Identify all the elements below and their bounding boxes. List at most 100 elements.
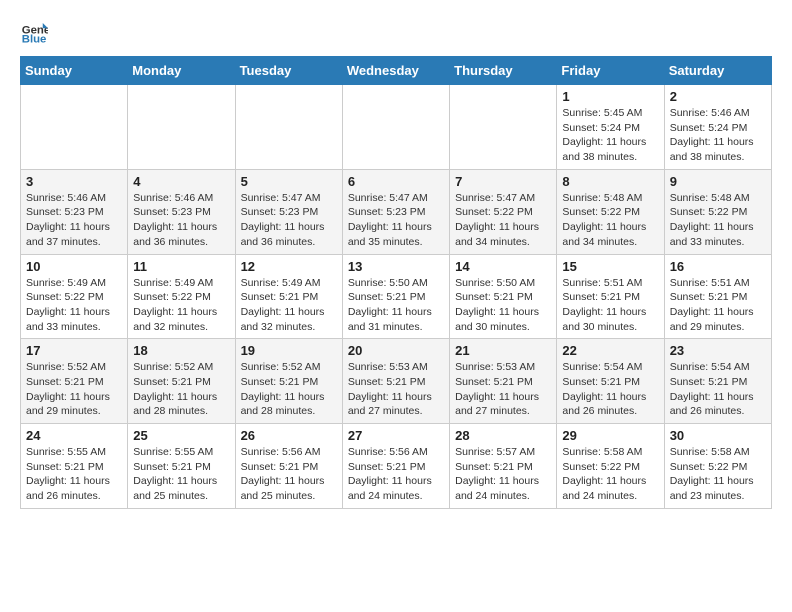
day-number: 10: [26, 259, 122, 274]
day-number: 22: [562, 343, 658, 358]
calendar: SundayMondayTuesdayWednesdayThursdayFrid…: [20, 56, 772, 509]
day-cell: [21, 85, 128, 170]
day-number: 28: [455, 428, 551, 443]
day-info: Sunrise: 5:53 AMSunset: 5:21 PMDaylight:…: [455, 360, 551, 419]
day-info: Sunrise: 5:52 AMSunset: 5:21 PMDaylight:…: [133, 360, 229, 419]
day-number: 30: [670, 428, 766, 443]
day-number: 20: [348, 343, 444, 358]
weekday-header-friday: Friday: [557, 57, 664, 85]
page: General Blue SundayMondayTuesdayWednesda…: [0, 0, 792, 525]
day-info: Sunrise: 5:51 AMSunset: 5:21 PMDaylight:…: [670, 276, 766, 335]
day-cell: 15 Sunrise: 5:51 AMSunset: 5:21 PMDayligh…: [557, 254, 664, 339]
day-cell: 25 Sunrise: 5:55 AMSunset: 5:21 PMDayligh…: [128, 424, 235, 509]
week-row-1: 1 Sunrise: 5:45 AMSunset: 5:24 PMDaylight…: [21, 85, 772, 170]
weekday-header-row: SundayMondayTuesdayWednesdayThursdayFrid…: [21, 57, 772, 85]
day-cell: 2 Sunrise: 5:46 AMSunset: 5:24 PMDaylight…: [664, 85, 771, 170]
day-cell: 9Sunrise: 5:48 AMSunset: 5:22 PMDaylight…: [664, 169, 771, 254]
day-info: Sunrise: 5:49 AMSunset: 5:22 PMDaylight:…: [26, 276, 122, 335]
day-info: Sunrise: 5:45 AMSunset: 5:24 PMDaylight:…: [562, 106, 658, 165]
day-number: 24: [26, 428, 122, 443]
day-cell: 23 Sunrise: 5:54 AMSunset: 5:21 PMDayligh…: [664, 339, 771, 424]
day-cell: 16 Sunrise: 5:51 AMSunset: 5:21 PMDayligh…: [664, 254, 771, 339]
day-info: Sunrise: 5:47 AMSunset: 5:23 PMDaylight:…: [348, 191, 444, 250]
day-number: 23: [670, 343, 766, 358]
day-cell: 4 Sunrise: 5:46 AMSunset: 5:23 PMDaylight…: [128, 169, 235, 254]
day-number: 8: [562, 174, 658, 189]
day-cell: 28 Sunrise: 5:57 AMSunset: 5:21 PMDayligh…: [450, 424, 557, 509]
logo-icon: General Blue: [20, 16, 48, 44]
day-cell: 1 Sunrise: 5:45 AMSunset: 5:24 PMDaylight…: [557, 85, 664, 170]
day-number: 12: [241, 259, 337, 274]
day-info: Sunrise: 5:53 AMSunset: 5:21 PMDaylight:…: [348, 360, 444, 419]
day-number: 1: [562, 89, 658, 104]
day-info: Sunrise: 5:48 AMSunset: 5:22 PMDaylight:…: [562, 191, 658, 250]
day-cell: 18 Sunrise: 5:52 AMSunset: 5:21 PMDayligh…: [128, 339, 235, 424]
day-info: Sunrise: 5:55 AMSunset: 5:21 PMDaylight:…: [26, 445, 122, 504]
day-cell: [235, 85, 342, 170]
day-cell: 11Sunrise: 5:49 AMSunset: 5:22 PMDayligh…: [128, 254, 235, 339]
day-cell: 8 Sunrise: 5:48 AMSunset: 5:22 PMDaylight…: [557, 169, 664, 254]
day-info: Sunrise: 5:46 AMSunset: 5:23 PMDaylight:…: [133, 191, 229, 250]
logo: General Blue: [20, 16, 52, 44]
day-cell: [450, 85, 557, 170]
day-number: 17: [26, 343, 122, 358]
weekday-header-tuesday: Tuesday: [235, 57, 342, 85]
day-info: Sunrise: 5:46 AMSunset: 5:24 PMDaylight:…: [670, 106, 766, 165]
day-number: 11: [133, 259, 229, 274]
day-info: Sunrise: 5:51 AMSunset: 5:21 PMDaylight:…: [562, 276, 658, 335]
week-row-5: 24 Sunrise: 5:55 AMSunset: 5:21 PMDayligh…: [21, 424, 772, 509]
day-info: Sunrise: 5:50 AMSunset: 5:21 PMDaylight:…: [348, 276, 444, 335]
header: General Blue: [20, 16, 772, 44]
day-number: 19: [241, 343, 337, 358]
day-cell: 17 Sunrise: 5:52 AMSunset: 5:21 PMDayligh…: [21, 339, 128, 424]
weekday-header-wednesday: Wednesday: [342, 57, 449, 85]
day-number: 27: [348, 428, 444, 443]
day-info: Sunrise: 5:56 AMSunset: 5:21 PMDaylight:…: [241, 445, 337, 504]
day-number: 5: [241, 174, 337, 189]
day-info: Sunrise: 5:56 AMSunset: 5:21 PMDaylight:…: [348, 445, 444, 504]
day-info: Sunrise: 5:52 AMSunset: 5:21 PMDaylight:…: [241, 360, 337, 419]
day-number: 25: [133, 428, 229, 443]
day-cell: 13Sunrise: 5:50 AMSunset: 5:21 PMDayligh…: [342, 254, 449, 339]
day-number: 3: [26, 174, 122, 189]
weekday-header-sunday: Sunday: [21, 57, 128, 85]
day-cell: 5 Sunrise: 5:47 AMSunset: 5:23 PMDaylight…: [235, 169, 342, 254]
day-number: 26: [241, 428, 337, 443]
day-info: Sunrise: 5:50 AMSunset: 5:21 PMDaylight:…: [455, 276, 551, 335]
day-number: 29: [562, 428, 658, 443]
day-info: Sunrise: 5:47 AMSunset: 5:22 PMDaylight:…: [455, 191, 551, 250]
day-cell: 24 Sunrise: 5:55 AMSunset: 5:21 PMDayligh…: [21, 424, 128, 509]
day-number: 4: [133, 174, 229, 189]
weekday-header-saturday: Saturday: [664, 57, 771, 85]
day-cell: 27 Sunrise: 5:56 AMSunset: 5:21 PMDayligh…: [342, 424, 449, 509]
day-info: Sunrise: 5:58 AMSunset: 5:22 PMDaylight:…: [670, 445, 766, 504]
day-cell: 12 Sunrise: 5:49 AMSunset: 5:21 PMDayligh…: [235, 254, 342, 339]
day-cell: [342, 85, 449, 170]
day-cell: 26 Sunrise: 5:56 AMSunset: 5:21 PMDayligh…: [235, 424, 342, 509]
day-cell: 7Sunrise: 5:47 AMSunset: 5:22 PMDaylight…: [450, 169, 557, 254]
day-info: Sunrise: 5:55 AMSunset: 5:21 PMDaylight:…: [133, 445, 229, 504]
day-cell: 3Sunrise: 5:46 AMSunset: 5:23 PMDaylight…: [21, 169, 128, 254]
day-info: Sunrise: 5:49 AMSunset: 5:21 PMDaylight:…: [241, 276, 337, 335]
day-cell: 10 Sunrise: 5:49 AMSunset: 5:22 PMDayligh…: [21, 254, 128, 339]
day-number: 18: [133, 343, 229, 358]
day-cell: 14 Sunrise: 5:50 AMSunset: 5:21 PMDayligh…: [450, 254, 557, 339]
day-info: Sunrise: 5:54 AMSunset: 5:21 PMDaylight:…: [562, 360, 658, 419]
day-info: Sunrise: 5:54 AMSunset: 5:21 PMDaylight:…: [670, 360, 766, 419]
day-number: 15: [562, 259, 658, 274]
day-cell: 19 Sunrise: 5:52 AMSunset: 5:21 PMDayligh…: [235, 339, 342, 424]
day-number: 9: [670, 174, 766, 189]
weekday-header-thursday: Thursday: [450, 57, 557, 85]
day-info: Sunrise: 5:47 AMSunset: 5:23 PMDaylight:…: [241, 191, 337, 250]
day-cell: 6 Sunrise: 5:47 AMSunset: 5:23 PMDaylight…: [342, 169, 449, 254]
day-number: 16: [670, 259, 766, 274]
week-row-2: 3 Sunrise: 5:46 AMSunset: 5:23 PMDaylight…: [21, 169, 772, 254]
day-number: 2: [670, 89, 766, 104]
week-row-3: 10 Sunrise: 5:49 AMSunset: 5:22 PMDayligh…: [21, 254, 772, 339]
day-number: 14: [455, 259, 551, 274]
day-number: 6: [348, 174, 444, 189]
day-info: Sunrise: 5:57 AMSunset: 5:21 PMDaylight:…: [455, 445, 551, 504]
day-info: Sunrise: 5:52 AMSunset: 5:21 PMDaylight:…: [26, 360, 122, 419]
weekday-header-monday: Monday: [128, 57, 235, 85]
week-row-4: 17 Sunrise: 5:52 AMSunset: 5:21 PMDayligh…: [21, 339, 772, 424]
